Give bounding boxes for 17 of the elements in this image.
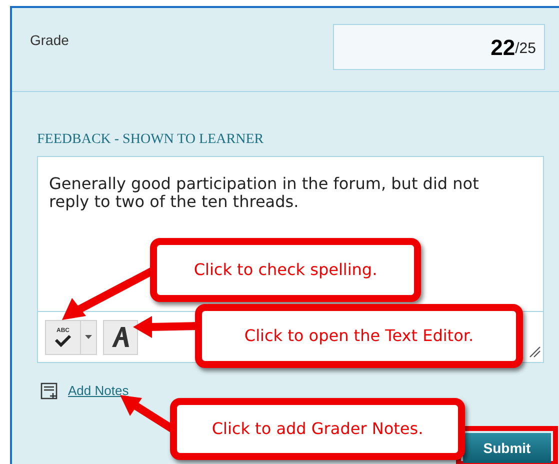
callout-text: Click to add Grader Notes. <box>212 418 424 440</box>
resize-handle-icon[interactable] <box>529 346 541 358</box>
caret-icon <box>85 335 92 339</box>
feedback-heading: FEEDBACK - SHOWN TO LEARNER <box>37 131 265 149</box>
grade-score: 22 <box>490 34 516 62</box>
callout-text: Click to check spelling. <box>194 259 378 281</box>
text-editor-button[interactable] <box>103 320 138 354</box>
feedback-field[interactable]: Generally good participation in the forum, but did not reply to two of the ten threads. <box>49 175 499 211</box>
callout-text: Click to open the Text Editor. <box>244 325 474 347</box>
add-notes-link[interactable]: Add Notes <box>68 381 129 400</box>
grade-field[interactable]: 22/25 <box>333 24 545 70</box>
submit-button[interactable]: Submit <box>463 433 551 463</box>
grade-max: /25 <box>515 39 536 60</box>
italic-letter-icon <box>110 326 130 348</box>
grade-label: Grade <box>30 31 69 50</box>
add-note-icon <box>40 382 58 400</box>
check-icon <box>54 334 72 346</box>
